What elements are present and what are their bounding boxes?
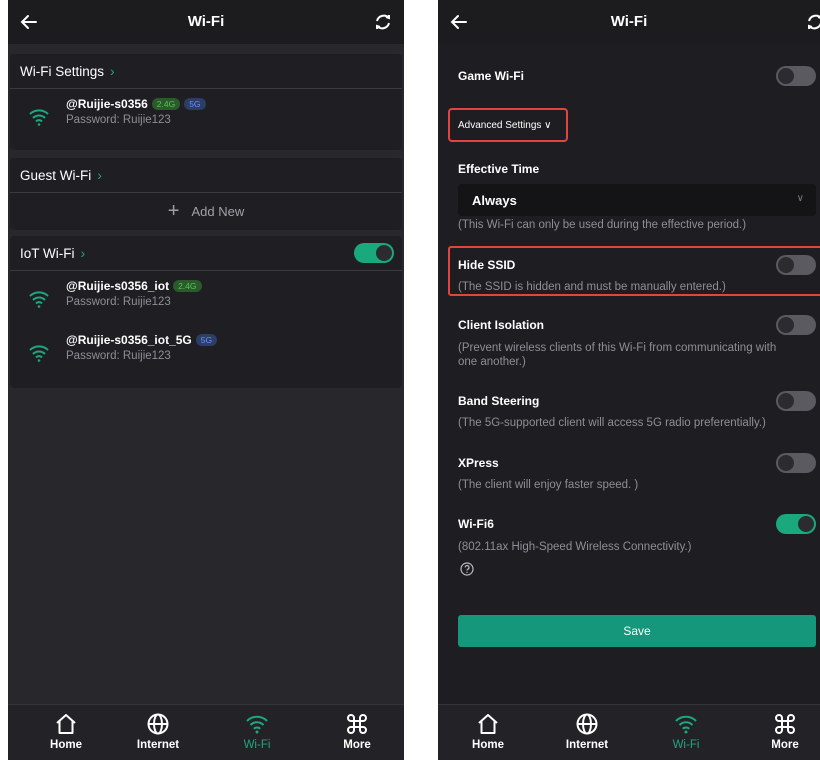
- client-isolation-hint: (Prevent wireless clients of this Wi-Fi …: [458, 342, 777, 368]
- wifi-settings-header[interactable]: Wi-Fi Settings ›: [20, 54, 115, 88]
- chevron-down-icon: ∨: [796, 193, 804, 204]
- tab-label: More: [343, 739, 371, 751]
- tab-wifi[interactable]: Wi-Fi: [222, 711, 292, 751]
- tab-label: Internet: [565, 739, 609, 751]
- refresh-icon[interactable]: [804, 11, 820, 33]
- chevron-right-icon: ›: [97, 167, 102, 183]
- page-title: Wi-Fi: [187, 13, 225, 30]
- band-badge-5g: 5G: [184, 98, 206, 110]
- band-badge-5g: 5G: [195, 334, 218, 346]
- effective-time-select[interactable]: Always ∨: [458, 184, 816, 216]
- home-icon: [478, 714, 498, 734]
- band-steering-label: Band Steering: [458, 394, 540, 408]
- wifi6-toggle[interactable]: [776, 514, 816, 534]
- chevron-right-icon: ›: [80, 245, 86, 261]
- wifi-advanced-screen: Wi-Fi Game Wi-Fi Advanced Settings ∨ Eff…: [438, 0, 820, 760]
- save-button[interactable]: Save: [458, 615, 816, 647]
- guest-wifi-label: Guest Wi-Fi: [20, 167, 92, 183]
- divider: [10, 270, 402, 271]
- tab-wifi[interactable]: Wi-Fi: [651, 711, 721, 751]
- command-icon: [347, 714, 367, 734]
- guest-wifi-header[interactable]: Guest Wi-Fi ›: [20, 158, 102, 192]
- home-icon: [56, 714, 76, 734]
- ssid-row: @Ruijie-s0356_iot_5G 5G: [66, 333, 218, 347]
- globe-icon: [147, 713, 169, 735]
- band-steering-hint: (The 5G-supported client will access 5G …: [458, 417, 766, 429]
- bottom-tab-bar: Home Internet Wi-Fi More: [8, 704, 404, 760]
- effective-time-label: Effective Time: [458, 162, 540, 176]
- globe-icon: [576, 713, 598, 735]
- ssid-row: @Ruijie-s0356 2.4G 5G: [66, 97, 206, 111]
- refresh-icon[interactable]: [372, 11, 394, 33]
- wifi-icon: [29, 291, 49, 308]
- hide-ssid-hint: (The SSID is hidden and must be manually…: [458, 281, 726, 293]
- wifi-icon: [675, 715, 697, 734]
- iot-wifi-card: IoT Wi-Fi › @Ruijie-s0356_iot 2.4G Passw…: [10, 236, 402, 388]
- ssid-name: @Ruijie-s0356: [66, 97, 148, 111]
- top-bar: Wi-Fi: [8, 0, 404, 44]
- save-label: Save: [623, 624, 651, 638]
- wifi-icon: [29, 345, 49, 362]
- plus-icon: +: [167, 200, 180, 222]
- tab-more[interactable]: More: [750, 711, 820, 751]
- password-text: Password: Ruijie123: [66, 114, 171, 126]
- band-badge-2.4g: 2.4G: [151, 98, 181, 110]
- band-badge-2.4g: 2.4G: [173, 280, 202, 292]
- tab-label: Home: [472, 739, 504, 751]
- tab-label: Home: [50, 739, 82, 751]
- add-new-label: Add New: [191, 203, 245, 219]
- tab-more[interactable]: More: [322, 711, 392, 751]
- advanced-settings-button[interactable]: Advanced Settings ∨: [448, 108, 568, 142]
- wifi6-label: Wi-Fi6: [458, 517, 494, 531]
- chevron-right-icon: ›: [110, 63, 115, 79]
- wifi-icon: [246, 715, 268, 734]
- client-isolation-label: Client Isolation: [458, 318, 545, 332]
- game-wifi-toggle[interactable]: [776, 66, 816, 86]
- iot-wifi-header[interactable]: IoT Wi-Fi ›: [20, 236, 85, 270]
- add-new-button[interactable]: + Add New: [10, 194, 402, 228]
- tab-label: Wi-Fi: [672, 739, 700, 751]
- game-wifi-label: Game Wi-Fi: [458, 69, 524, 83]
- xpress-hint: (The client will enjoy faster speed. ): [458, 479, 639, 491]
- ssid-row: @Ruijie-s0356_iot 2.4G: [66, 279, 202, 293]
- hide-ssid-toggle[interactable]: [776, 255, 816, 275]
- ssid-name: @Ruijie-s0356_iot: [66, 279, 170, 293]
- wifi-settings-label: Wi-Fi Settings: [20, 63, 105, 79]
- tab-home[interactable]: Home: [31, 711, 101, 751]
- xpress-label: XPress: [458, 456, 499, 470]
- password-text: Password: Ruijie123: [66, 296, 171, 308]
- iot-wifi-label: IoT Wi-Fi: [20, 245, 75, 261]
- client-isolation-toggle[interactable]: [776, 315, 816, 335]
- xpress-toggle[interactable]: [776, 453, 816, 473]
- command-icon: [775, 714, 795, 734]
- top-bar: Wi-Fi: [438, 0, 820, 44]
- effective-time-hint: (This Wi-Fi can only be used during the …: [458, 219, 747, 231]
- page-title: Wi-Fi: [610, 13, 648, 30]
- band-steering-toggle[interactable]: [776, 391, 816, 411]
- tab-internet[interactable]: Internet: [552, 711, 622, 751]
- wifi6-hint: (802.11ax High-Speed Wireless Connectivi…: [458, 541, 692, 553]
- bottom-tab-bar: Home Internet Wi-Fi More: [438, 704, 820, 760]
- help-icon[interactable]: [460, 562, 474, 576]
- iot-wifi-toggle[interactable]: [354, 243, 394, 263]
- advanced-settings-label: Advanced Settings ∨: [458, 119, 552, 131]
- password-text: Password: Ruijie123: [66, 350, 171, 362]
- tab-label: Internet: [136, 739, 180, 751]
- wifi-list-screen: Wi-Fi Wi-Fi Settings › @Ruijie-s0356 2.4…: [8, 0, 404, 760]
- wifi-settings-card: Wi-Fi Settings › @Ruijie-s0356 2.4G 5G P…: [10, 54, 402, 150]
- tab-home[interactable]: Home: [453, 711, 523, 751]
- tab-label: Wi-Fi: [243, 739, 271, 751]
- guest-wifi-card: Guest Wi-Fi › + Add New: [10, 158, 402, 230]
- effective-time-value: Always: [472, 193, 517, 208]
- tab-label: More: [771, 739, 799, 751]
- ssid-name: @Ruijie-s0356_iot_5G: [66, 333, 192, 347]
- divider: [10, 192, 402, 193]
- hide-ssid-label: Hide SSID: [458, 258, 516, 272]
- tab-internet[interactable]: Internet: [123, 711, 193, 751]
- divider: [10, 88, 402, 89]
- wifi-icon: [29, 109, 49, 126]
